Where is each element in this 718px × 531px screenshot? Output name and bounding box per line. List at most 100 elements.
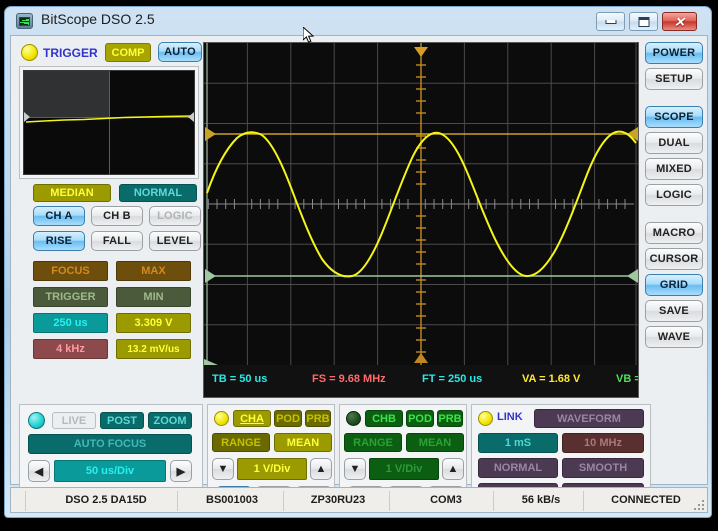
trigger-preview-panel[interactable]: [19, 66, 199, 179]
status-port: COM3: [401, 494, 491, 506]
trigger-edge-row: RISE FALL LEVEL: [19, 231, 199, 252]
channel-a-decrement-button[interactable]: ▼: [212, 458, 234, 480]
save-button[interactable]: SAVE: [645, 300, 703, 322]
readout-timebase: TB = 50 us: [212, 373, 267, 385]
link-normal-button[interactable]: NORMAL: [478, 458, 558, 478]
link-smooth-button[interactable]: SMOOTH: [562, 458, 644, 478]
link-label: LINK: [497, 411, 523, 423]
zoom-button[interactable]: ZOOM: [148, 412, 192, 429]
trigger-rise-button[interactable]: RISE: [33, 231, 85, 251]
link-bandwidth-button[interactable]: 10 MHz: [562, 433, 644, 453]
meter-focus-button[interactable]: FOCUS: [33, 261, 108, 281]
trigger-normal-button[interactable]: NORMAL: [119, 184, 197, 202]
timebase-value[interactable]: 50 us/Div: [54, 460, 166, 482]
scope-grid-area[interactable]: [204, 43, 639, 365]
minimize-button[interactable]: [596, 12, 625, 31]
meter-trigger-button[interactable]: TRIGGER: [33, 287, 108, 307]
channel-b-mean-button[interactable]: MEAN: [406, 433, 464, 452]
timebase-increment-button[interactable]: ▶: [170, 460, 192, 482]
channel-a-range-button[interactable]: RANGE: [212, 433, 270, 452]
meter-time-value[interactable]: 250 us: [33, 313, 108, 333]
application-window: BitScope DSO 2.5 ✕ TRIGGER COMP AUTO: [4, 6, 712, 518]
trigger-channel-row: CH A CH B LOGIC: [19, 206, 199, 227]
status-bar: DSO 2.5 DA15D BS001003 ZP30RU23 COM3 56 …: [10, 487, 708, 513]
cursor-button[interactable]: CURSOR: [645, 248, 703, 270]
trigger-channel-a-button[interactable]: CH A: [33, 206, 85, 226]
power-button[interactable]: POWER: [645, 42, 703, 64]
channel-b-led-icon: [346, 411, 361, 426]
trigger-level-button[interactable]: LEVEL: [149, 231, 201, 251]
channel-b-decrement-button[interactable]: ▼: [344, 458, 366, 480]
trigger-comp-button[interactable]: COMP: [105, 43, 151, 62]
mouse-cursor: [303, 27, 315, 45]
scope-icon: [16, 13, 33, 29]
meter-min-button[interactable]: MIN: [116, 287, 191, 307]
link-led-icon: [478, 411, 493, 426]
meter-max-button[interactable]: MAX: [116, 261, 191, 281]
channel-b-name-button[interactable]: CHB: [365, 410, 403, 427]
status-device: DSO 2.5 DA15D: [41, 494, 171, 506]
channel-a-led-icon: [214, 411, 229, 426]
channel-a-increment-button[interactable]: ▲: [310, 458, 332, 480]
scope-readout-bar: TB = 50 us FS = 9.68 MHz FT = 250 us VA …: [204, 365, 638, 397]
trigger-fall-button[interactable]: FALL: [91, 231, 143, 251]
meter-slew-value[interactable]: 13.2 mV/us: [116, 339, 191, 359]
readout-frame-time: FT = 250 us: [422, 373, 482, 385]
grid-button[interactable]: GRID: [645, 274, 703, 296]
trigger-auto-button[interactable]: AUTO: [158, 42, 202, 62]
live-button[interactable]: LIVE: [52, 412, 96, 429]
main-panel: TRIGGER COMP AUTO MEDIAN NORMA: [10, 35, 708, 485]
maximize-button[interactable]: [629, 12, 658, 31]
scope-waveform-svg: [204, 43, 639, 365]
wave-button[interactable]: WAVE: [645, 326, 703, 348]
readout-voltage-a: VA = 1.68 V: [522, 373, 580, 385]
status-code: ZP30RU23: [293, 494, 383, 506]
channel-a-pod-button[interactable]: POD: [274, 410, 302, 427]
preview-level-marker-right: [188, 112, 194, 122]
window-title: BitScope DSO 2.5: [41, 11, 155, 27]
close-button[interactable]: ✕: [662, 12, 697, 31]
timebase-led-icon: [28, 412, 45, 429]
trigger-panel: TRIGGER COMP AUTO MEDIAN NORMA: [19, 42, 199, 64]
trigger-mode-row: MEDIAN NORMAL: [19, 184, 199, 202]
channel-b-increment-button[interactable]: ▲: [442, 458, 464, 480]
preview-trace: [24, 71, 195, 175]
status-state: CONNECTED: [591, 494, 701, 506]
channel-a-prb-button[interactable]: PRB: [305, 410, 331, 427]
channel-b-range-value[interactable]: 1 V/Div: [369, 458, 439, 480]
trigger-median-button[interactable]: MEDIAN: [33, 184, 111, 202]
title-bar: BitScope DSO 2.5 ✕: [5, 7, 711, 35]
scope-button[interactable]: SCOPE: [645, 106, 703, 128]
setup-button[interactable]: SETUP: [645, 68, 703, 90]
dual-button[interactable]: DUAL: [645, 132, 703, 154]
macro-button[interactable]: MACRO: [645, 222, 703, 244]
channel-b-range-button[interactable]: RANGE: [344, 433, 402, 452]
trigger-logic-button[interactable]: LOGIC: [149, 206, 201, 226]
status-rate: 56 kB/s: [501, 494, 581, 506]
preview-level-marker-left: [24, 112, 30, 122]
trigger-label: TRIGGER: [43, 46, 98, 60]
close-icon: ✕: [674, 15, 685, 28]
resize-grip[interactable]: [694, 500, 704, 510]
timebase-decrement-button[interactable]: ◀: [28, 460, 50, 482]
post-button[interactable]: POST: [100, 412, 144, 429]
auto-focus-button[interactable]: AUTO FOCUS: [28, 434, 192, 454]
meter-voltage-value[interactable]: 3.309 V: [116, 313, 191, 333]
waveform-button[interactable]: WAVEFORM: [534, 409, 644, 428]
channel-a-range-value[interactable]: 1 V/Div: [237, 458, 307, 480]
readout-voltage-b: VB = 1.65 V: [616, 373, 639, 385]
channel-b-pod-button[interactable]: POD: [406, 410, 434, 427]
trigger-preview-display: [23, 70, 195, 175]
trigger-channel-b-button[interactable]: CH B: [91, 206, 143, 226]
channel-a-mean-button[interactable]: MEAN: [274, 433, 332, 452]
channel-a-name-button[interactable]: CHA: [233, 410, 271, 427]
trigger-led-icon: [21, 44, 38, 61]
readout-sample-rate: FS = 9.68 MHz: [312, 373, 386, 385]
scope-display[interactable]: TB = 50 us FS = 9.68 MHz FT = 250 us VA …: [203, 42, 639, 398]
meter-frequency-value[interactable]: 4 kHz: [33, 339, 108, 359]
channel-b-prb-button[interactable]: PRB: [437, 410, 463, 427]
mixed-button[interactable]: MIXED: [645, 158, 703, 180]
logic-button[interactable]: LOGIC: [645, 184, 703, 206]
link-rate-button[interactable]: 1 mS: [478, 433, 558, 453]
trigger-header: TRIGGER COMP AUTO: [19, 42, 199, 64]
